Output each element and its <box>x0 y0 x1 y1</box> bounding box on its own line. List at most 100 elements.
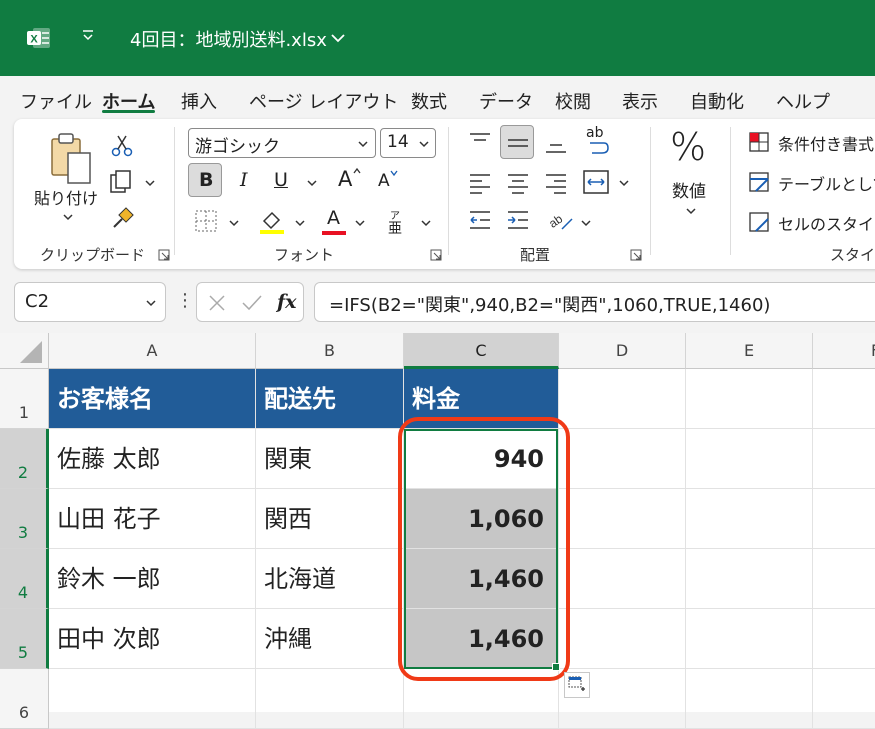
cell-b5[interactable]: 沖縄 <box>256 609 404 669</box>
shrink-font-button[interactable]: A <box>378 171 390 191</box>
workbook-title[interactable]: 4回目：地域別送料.xlsx <box>130 26 327 52</box>
fill-color-chevron-down-icon[interactable] <box>294 217 306 229</box>
column-header-c[interactable]: C <box>404 333 559 369</box>
fill-color-icon[interactable] <box>258 207 286 235</box>
cut-scissors-icon[interactable] <box>110 133 134 157</box>
cell-b3[interactable]: 関西 <box>256 489 404 549</box>
row-header-6[interactable]: 6 <box>0 669 49 729</box>
align-middle-button[interactable] <box>500 125 534 159</box>
cell-b2[interactable]: 関東 <box>256 429 404 489</box>
cell-b4[interactable]: 北海道 <box>256 549 404 609</box>
bold-button[interactable]: B <box>188 163 222 197</box>
column-header-d[interactable]: D <box>559 333 686 369</box>
cell-d5[interactable] <box>559 609 686 669</box>
cell-a4[interactable]: 鈴木 一郎 <box>49 549 256 609</box>
number-chevron-down-icon[interactable] <box>685 205 697 217</box>
cell-e1[interactable] <box>686 369 813 429</box>
cell-styles-icon[interactable] <box>748 211 770 233</box>
formula-input[interactable]: =IFS(B2="関東",940,B2="関西",1060,TRUE,1460) <box>314 282 875 322</box>
cell-e4[interactable] <box>686 549 813 609</box>
cell-a6[interactable] <box>49 669 256 729</box>
grow-font-button[interactable]: A <box>338 167 352 191</box>
cell-a3[interactable]: 山田 花子 <box>49 489 256 549</box>
cell-f6[interactable] <box>813 669 875 729</box>
cell-f1[interactable] <box>813 369 875 429</box>
enter-check-icon[interactable] <box>241 293 263 313</box>
quick-analysis-button[interactable] <box>564 672 590 698</box>
merge-chevron-down-icon[interactable] <box>618 177 630 189</box>
conditional-format-icon[interactable] <box>748 131 770 153</box>
italic-button[interactable]: I <box>240 169 248 191</box>
cell-styles-button[interactable]: セルのスタイル <box>778 211 875 235</box>
dialog-launcher-icon[interactable] <box>630 249 642 261</box>
tab-view[interactable]: 表示 <box>622 88 658 114</box>
copy-chevron-down-icon[interactable] <box>144 177 156 189</box>
insert-function-icon[interactable]: fx <box>277 291 297 313</box>
cell-d2[interactable] <box>559 429 686 489</box>
font-color-chevron-down-icon[interactable] <box>354 217 366 229</box>
cell-b6[interactable] <box>256 669 404 729</box>
format-painter-icon[interactable] <box>110 207 134 231</box>
font-size-select[interactable]: 14 <box>380 128 436 158</box>
tab-insert[interactable]: 挿入 <box>181 88 217 114</box>
paste-icon[interactable] <box>46 131 96 187</box>
cell-e2[interactable] <box>686 429 813 489</box>
align-top-icon[interactable] <box>468 131 492 153</box>
underline-button[interactable]: U <box>274 169 288 191</box>
conditional-format-button[interactable]: 条件付き書式 <box>778 131 874 155</box>
cell-d3[interactable] <box>559 489 686 549</box>
cell-e5[interactable] <box>686 609 813 669</box>
decrease-indent-icon[interactable] <box>468 209 492 231</box>
dialog-launcher-icon[interactable] <box>158 249 170 261</box>
phonetic-guide-button[interactable]: ア 亜 <box>386 207 410 237</box>
name-box[interactable]: C2 <box>14 282 166 322</box>
chevron-down-icon[interactable] <box>330 30 346 46</box>
number-format-icon[interactable]: % <box>670 125 706 169</box>
format-as-table-icon[interactable] <box>748 171 770 193</box>
row-header-2[interactable]: 2 <box>0 429 49 489</box>
dialog-launcher-icon[interactable] <box>430 249 442 261</box>
tab-review[interactable]: 校閲 <box>555 88 591 114</box>
cell-b1[interactable]: 配送先 <box>256 369 404 429</box>
align-right-icon[interactable] <box>544 171 568 195</box>
column-header-b[interactable]: B <box>256 333 404 369</box>
tab-automate[interactable]: 自動化 <box>690 88 744 114</box>
tab-formulas[interactable]: 数式 <box>411 88 447 114</box>
paste-label[interactable]: 貼り付け <box>34 185 98 209</box>
row-header-4[interactable]: 4 <box>0 549 49 609</box>
phonetic-chevron-down-icon[interactable] <box>420 217 432 229</box>
cell-e6[interactable] <box>686 669 813 729</box>
align-left-icon[interactable] <box>468 171 492 195</box>
cell-a1[interactable]: お客様名 <box>49 369 256 429</box>
font-name-select[interactable]: 游ゴシック <box>188 128 376 158</box>
tab-file[interactable]: ファイル <box>20 88 92 114</box>
orientation-chevron-down-icon[interactable] <box>580 217 592 229</box>
tab-data[interactable]: データ <box>479 88 533 114</box>
increase-indent-icon[interactable] <box>506 209 530 231</box>
borders-chevron-down-icon[interactable] <box>228 217 240 229</box>
underline-chevron-down-icon[interactable] <box>306 177 318 189</box>
paste-chevron-down-icon[interactable] <box>62 211 74 223</box>
wrap-text-button[interactable]: ab <box>584 125 612 155</box>
cell-f3[interactable] <box>813 489 875 549</box>
select-all-corner[interactable] <box>0 333 49 369</box>
cell-f2[interactable] <box>813 429 875 489</box>
font-color-button[interactable]: A <box>320 207 348 235</box>
copy-icon[interactable] <box>108 169 134 195</box>
cell-d1[interactable] <box>559 369 686 429</box>
cancel-x-icon[interactable] <box>207 293 227 313</box>
quick-access-chevron-down-icon[interactable] <box>80 28 96 44</box>
cell-a2[interactable]: 佐藤 太郎 <box>49 429 256 489</box>
more-options-icon[interactable]: ⋮ <box>176 290 194 311</box>
orientation-icon[interactable]: ab <box>546 207 574 233</box>
tab-help[interactable]: ヘルプ <box>776 88 830 114</box>
merge-center-icon[interactable] <box>582 169 610 195</box>
cell-f5[interactable] <box>813 609 875 669</box>
cell-a5[interactable]: 田中 次郎 <box>49 609 256 669</box>
align-bottom-icon[interactable] <box>544 133 568 155</box>
align-center-icon[interactable] <box>506 171 530 195</box>
borders-icon[interactable] <box>194 209 218 233</box>
tab-page-layout[interactable]: ページ レイアウト <box>249 88 398 114</box>
row-header-3[interactable]: 3 <box>0 489 49 549</box>
row-header-5[interactable]: 5 <box>0 609 49 669</box>
